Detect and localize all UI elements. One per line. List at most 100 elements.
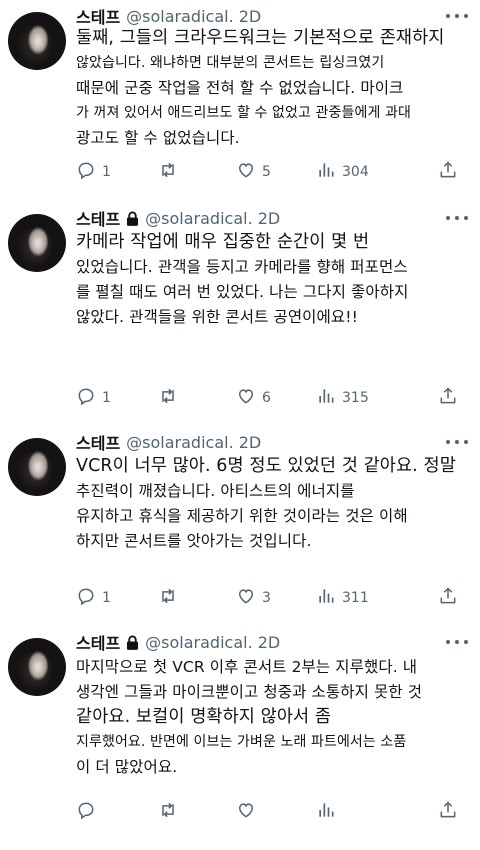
views-icon xyxy=(316,160,336,184)
reply-button[interactable] xyxy=(76,800,102,824)
retweet-icon xyxy=(158,160,178,184)
tweet[interactable]: 스테프 @solaradical. 2D VCR이 너무 많아. 6명 정도 있… xyxy=(0,430,480,650)
more-icon[interactable] xyxy=(446,209,468,227)
more-icon[interactable] xyxy=(446,7,468,25)
tweet-text: 마지막으로 첫 VCR 이후 콘서트 2부는 지루했다. 내생각엔 그들과 마이… xyxy=(76,655,466,780)
reply-button[interactable]: 1 xyxy=(76,160,111,184)
share-icon xyxy=(438,586,458,610)
heart-icon xyxy=(236,160,256,184)
views-icon xyxy=(316,386,336,410)
tweet-header: 스테프 @solaradical. 2D xyxy=(76,206,280,230)
like-button[interactable]: 5 xyxy=(236,160,271,184)
view-count: 311 xyxy=(342,590,369,606)
like-count: 3 xyxy=(262,590,271,606)
reply-button[interactable]: 1 xyxy=(76,386,111,410)
heart-icon xyxy=(236,800,256,824)
avatar[interactable] xyxy=(8,12,66,70)
avatar[interactable] xyxy=(8,438,66,496)
reply-icon xyxy=(76,160,96,184)
tweet-actions: 1 6 315 xyxy=(76,386,466,410)
share-icon xyxy=(438,386,458,410)
like-button[interactable]: 3 xyxy=(236,586,271,610)
author-name[interactable]: 스테프 xyxy=(76,4,120,28)
tweet-text-line: 않았습니다. 왜냐하면 대부분의 콘서트는 립싱크였기 xyxy=(76,55,385,71)
tweet-text-line: 않았다. 관객들을 위한 콘서트 공연이에요!! xyxy=(76,308,358,326)
like-button[interactable] xyxy=(236,800,262,824)
reply-icon xyxy=(76,386,96,410)
views-button[interactable]: 311 xyxy=(316,586,369,610)
tweet-text: 둘째, 그들의 크라우드워크는 기본적으로 존재하지않았습니다. 왜냐하면 대부… xyxy=(76,26,466,151)
retweet-button[interactable] xyxy=(158,586,178,610)
avatar[interactable] xyxy=(8,214,66,272)
reply-count: 1 xyxy=(102,390,111,406)
tweet[interactable]: 스테프 @solaradical. 2D 둘째, 그들의 크라우드워크는 기본적… xyxy=(0,4,480,224)
views-button[interactable]: 304 xyxy=(316,160,369,184)
more-icon[interactable] xyxy=(446,433,468,451)
tweet-header: 스테프 @solaradical. 2D xyxy=(76,4,261,28)
view-count: 304 xyxy=(342,164,369,180)
retweet-button[interactable] xyxy=(158,160,178,184)
tweet[interactable]: 스테프 @solaradical. 2D 마지막으로 첫 VCR 이후 콘서트 … xyxy=(0,630,480,850)
tweet-text-line: 생각엔 그들과 마이크뿐이고 청중과 소통하지 못한 것 xyxy=(76,683,423,701)
retweet-icon xyxy=(158,800,178,824)
retweet-icon xyxy=(158,586,178,610)
tweet-text-line: 이 더 많았어요. xyxy=(76,758,178,776)
tweet-text-line: 때문에 군중 작업을 전혀 할 수 없었습니다. 마이크 xyxy=(76,79,404,97)
tweet-actions xyxy=(76,800,466,824)
retweet-button[interactable] xyxy=(158,386,178,410)
reply-icon xyxy=(76,586,96,610)
more-icon[interactable] xyxy=(446,633,468,651)
author-name[interactable]: 스테프 xyxy=(76,430,120,454)
tweet-text-line: 유지하고 휴식을 제공하기 위한 것이라는 것은 이해 xyxy=(76,507,408,525)
tweet-text-line: 가 꺼져 있어서 애드리브도 할 수 없었고 관중들에게 과대 xyxy=(76,105,411,121)
views-icon xyxy=(316,800,336,824)
tweet[interactable]: 스테프 @solaradical. 2D 카메라 작업에 매우 집중한 순간이 … xyxy=(0,206,480,426)
author-name[interactable]: 스테프 xyxy=(76,206,120,230)
tweet-text-line: 추진력이 깨졌습니다. 아티스트의 에너지를 xyxy=(76,482,355,500)
heart-icon xyxy=(236,586,256,610)
views-icon xyxy=(316,586,336,610)
share-button[interactable] xyxy=(438,386,458,410)
reply-icon xyxy=(76,800,96,824)
tweet-header: 스테프 @solaradical. 2D xyxy=(76,630,280,654)
share-icon xyxy=(438,800,458,824)
tweet-actions: 1 5 304 xyxy=(76,160,466,184)
author-handle[interactable]: @solaradical. 2D xyxy=(145,209,280,228)
share-button[interactable] xyxy=(438,800,458,824)
views-button[interactable] xyxy=(316,800,342,824)
author-name[interactable]: 스테프 xyxy=(76,630,120,654)
tweet-text-line: 둘째, 그들의 크라우드워크는 기본적으로 존재하지 xyxy=(76,28,445,48)
tweet-text-line: VCR이 너무 많아. 6명 정도 있었던 것 같아요. 정말 xyxy=(76,456,456,476)
tweet-text-line: 같아요. 보컬이 명확하지 않아서 좀 xyxy=(76,707,332,727)
author-handle[interactable]: @solaradical. 2D xyxy=(145,633,280,652)
avatar[interactable] xyxy=(8,638,66,696)
reply-count: 1 xyxy=(102,164,111,180)
like-count: 5 xyxy=(262,164,271,180)
tweet-text-line: 를 펼칠 때도 여러 번 있었다. 나는 그다지 좋아하지 xyxy=(76,283,409,301)
tweet-text: 카메라 작업에 매우 집중한 순간이 몇 번 있었습니다. 관객을 등지고 카메라… xyxy=(76,230,466,330)
tweet-actions: 1 3 311 xyxy=(76,586,466,610)
lock-icon xyxy=(126,635,139,650)
views-button[interactable]: 315 xyxy=(316,386,369,410)
tweet-text: VCR이 너무 많아. 6명 정도 있었던 것 같아요. 정말추진력이 깨졌습니… xyxy=(76,454,466,554)
tweet-text-line: 있었습니다. 관객을 등지고 카메라를 향해 퍼포먼스 xyxy=(76,258,408,276)
tweet-text-line: 마지막으로 첫 VCR 이후 콘서트 2부는 지루했다. 내 xyxy=(76,658,418,676)
like-count: 6 xyxy=(262,390,271,406)
share-button[interactable] xyxy=(438,586,458,610)
reply-count: 1 xyxy=(102,590,111,606)
retweet-icon xyxy=(158,386,178,410)
heart-icon xyxy=(236,386,256,410)
author-handle[interactable]: @solaradical. 2D xyxy=(126,7,261,26)
retweet-button[interactable] xyxy=(158,800,178,824)
share-button[interactable] xyxy=(438,160,458,184)
tweet-text-line: 지루했어요. 반면에 이브는 가벼운 노래 파트에서는 소품 xyxy=(76,734,407,750)
tweet-header: 스테프 @solaradical. 2D xyxy=(76,430,261,454)
author-handle[interactable]: @solaradical. 2D xyxy=(126,433,261,452)
lock-icon xyxy=(126,211,139,226)
tweet-text-line: 하지만 콘서트를 앗아가는 것입니다. xyxy=(76,532,312,550)
view-count: 315 xyxy=(342,390,369,406)
share-icon xyxy=(438,160,458,184)
reply-button[interactable]: 1 xyxy=(76,586,111,610)
like-button[interactable]: 6 xyxy=(236,386,271,410)
tweet-text-line: 광고도 할 수 없었습니다. xyxy=(76,129,240,147)
